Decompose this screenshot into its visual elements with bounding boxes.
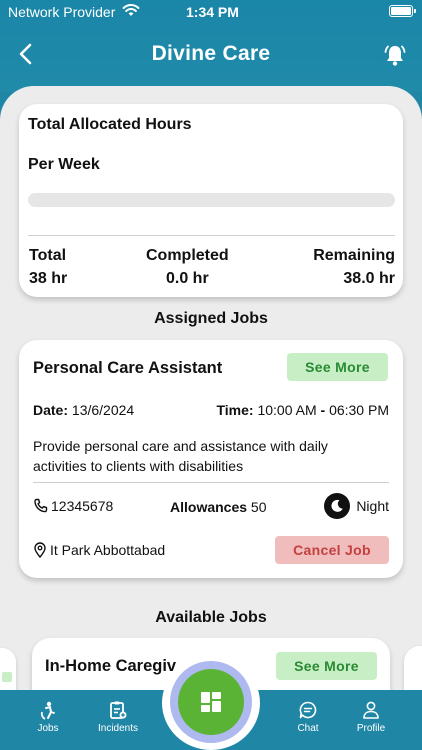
- dashboard-grid-icon: [201, 692, 221, 712]
- jobs-icon: [40, 701, 55, 720]
- job-title: Personal Care Assistant: [33, 359, 223, 377]
- see-more-button[interactable]: See More: [287, 353, 388, 381]
- completed-hours-stat: Completed 0.0 hr: [146, 247, 229, 288]
- divider: [33, 482, 389, 483]
- job-location: It Park Abbottabad: [33, 542, 165, 558]
- phone-number: 12345678: [51, 498, 114, 514]
- location-pin-icon: [34, 542, 46, 558]
- previous-job-card-peek[interactable]: [0, 648, 16, 690]
- remaining-label: Remaining: [313, 247, 395, 264]
- hours-card-title: Total Allocated Hours: [28, 116, 192, 133]
- nav-profile[interactable]: Profile: [352, 700, 390, 734]
- nav-incidents[interactable]: Incidents: [95, 700, 141, 734]
- status-bar: Network Provider 1:34 PM: [0, 0, 422, 26]
- time-start: 10:00 AM: [257, 402, 317, 418]
- app-header: Network Provider 1:34 PM Divine Care: [0, 0, 422, 92]
- nav-jobs[interactable]: Jobs: [34, 700, 62, 734]
- job-time: Time: 10:00 AM - 06:30 PM: [216, 402, 389, 418]
- allocated-hours-card: Total Allocated Hours Per Week Total 38 …: [19, 104, 403, 297]
- moon-icon: [324, 493, 351, 519]
- nav-incidents-label: Incidents: [97, 723, 139, 734]
- time-end: 06:30 PM: [329, 402, 389, 418]
- wifi-icon: [122, 4, 140, 16]
- status-time: 1:34 PM: [186, 4, 239, 20]
- nav-chat-label: Chat: [297, 723, 319, 734]
- assigned-jobs-heading: Assigned Jobs: [154, 310, 268, 327]
- hours-progress-bar: [28, 193, 395, 207]
- time-label: Time:: [216, 402, 254, 418]
- nav-jobs-label: Jobs: [37, 723, 59, 734]
- job-allowances: Allowances 50: [170, 499, 267, 515]
- notification-bell-icon[interactable]: [382, 42, 408, 68]
- completed-value: 0.0 hr: [165, 270, 209, 287]
- shift-label: Night: [356, 498, 389, 514]
- job-shift: Night: [324, 493, 389, 519]
- phone-icon: [34, 498, 48, 513]
- allowances-label: Allowances: [170, 499, 248, 515]
- battery-icon: [389, 5, 416, 17]
- job-phone[interactable]: 12345678: [33, 498, 113, 514]
- page-title: Divine Care: [151, 42, 271, 65]
- allowances-value: 50: [250, 499, 267, 515]
- content-sheet: Total Allocated Hours Per Week Total 38 …: [0, 86, 422, 690]
- nav-profile-label: Profile: [356, 723, 386, 734]
- total-value: 38 hr: [29, 270, 68, 287]
- date-label: Date:: [33, 402, 69, 418]
- incidents-icon: [110, 701, 127, 719]
- available-jobs-heading: Available Jobs: [155, 609, 267, 626]
- carrier-name: Network Provider: [8, 4, 116, 20]
- job-description: Provide personal care and assistance wit…: [33, 438, 328, 474]
- nav-chat[interactable]: Chat: [292, 700, 324, 734]
- available-job-title: In-Home Caregiv: [45, 657, 177, 675]
- chat-icon: [299, 701, 317, 719]
- profile-icon: [363, 701, 379, 719]
- date-value: 13/6/2024: [71, 402, 135, 418]
- total-label: Total: [29, 247, 67, 264]
- time-separator: -: [320, 402, 326, 418]
- remaining-hours-stat: Remaining 38.0 hr: [313, 247, 395, 288]
- location-text: It Park Abbottabad: [50, 542, 166, 558]
- assigned-job-card[interactable]: Personal Care Assistant See More Date: 1…: [19, 340, 403, 578]
- dashboard-fab-button[interactable]: [178, 669, 244, 735]
- divider: [28, 235, 395, 236]
- job-date: Date: 13/6/2024: [33, 402, 134, 418]
- available-see-more-button[interactable]: See More: [276, 652, 377, 680]
- completed-label: Completed: [146, 247, 229, 264]
- remaining-value: 38.0 hr: [343, 270, 395, 287]
- hours-card-subtitle: Per Week: [28, 156, 100, 173]
- cancel-job-button[interactable]: Cancel Job: [275, 536, 389, 564]
- total-hours-stat: Total 38 hr: [29, 247, 67, 288]
- next-job-card-peek[interactable]: [404, 646, 422, 690]
